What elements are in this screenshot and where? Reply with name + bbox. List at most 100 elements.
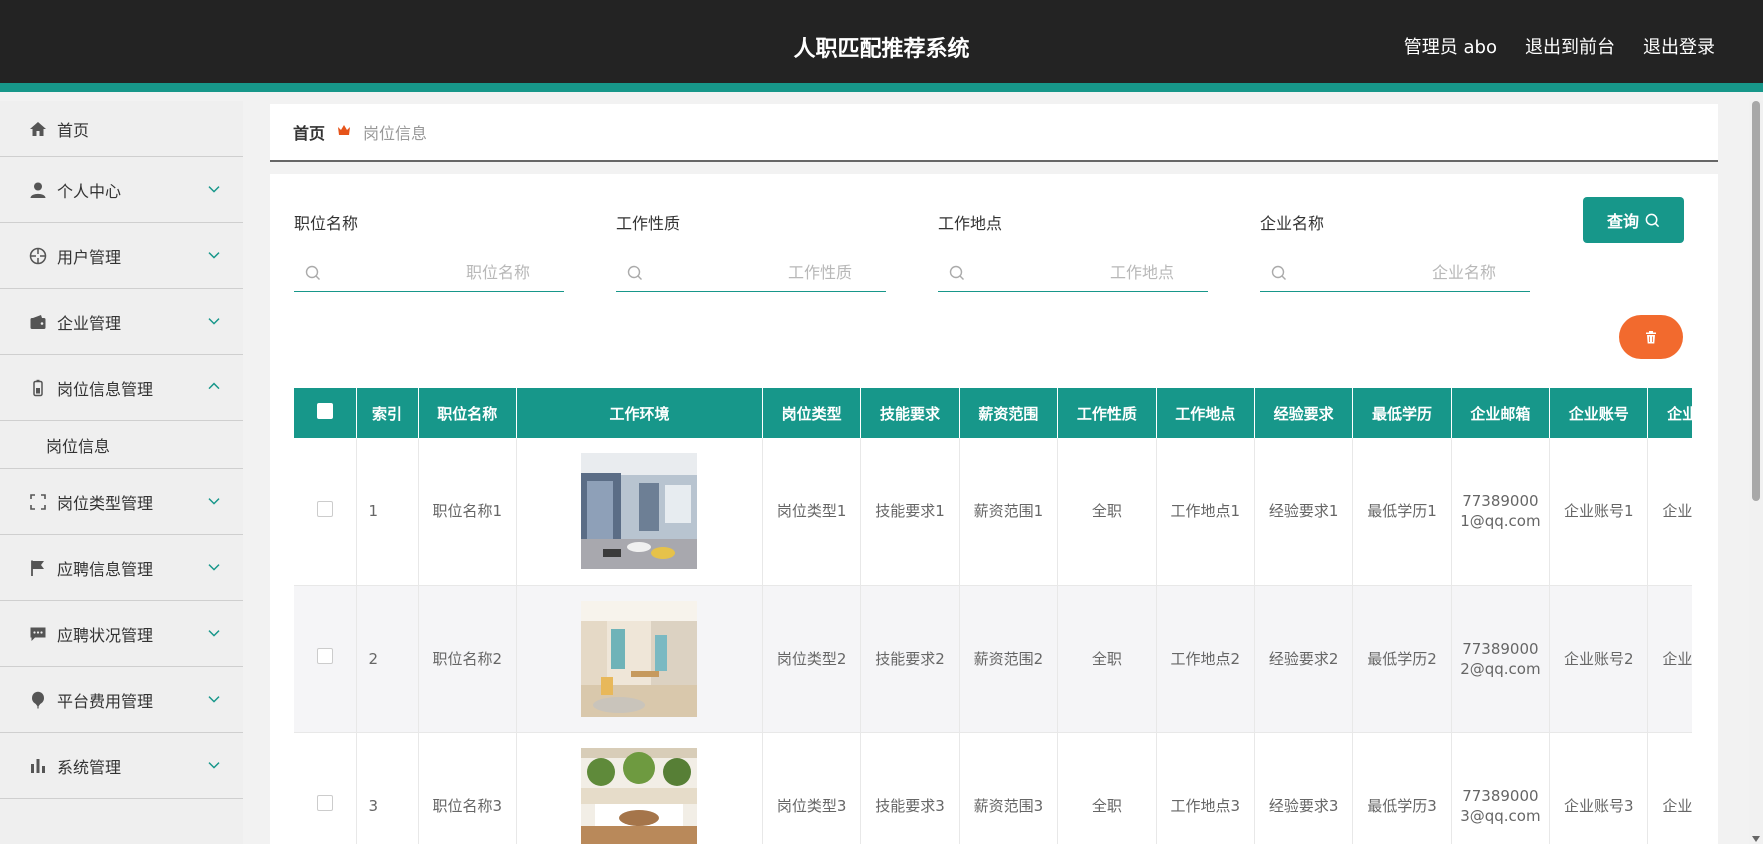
flag-icon xyxy=(28,558,48,578)
cell-nature: 全职 xyxy=(1057,585,1157,733)
cell-skill: 技能要求2 xyxy=(860,585,960,733)
trash-icon xyxy=(1646,330,1656,343)
sidebar-item-label: 首页 xyxy=(57,120,90,140)
user-icon xyxy=(28,180,48,200)
sidebar-subitem-job-info[interactable]: 岗位信息 xyxy=(0,421,243,469)
column-header: 索引 xyxy=(356,388,419,438)
column-header: 企业账号 xyxy=(1549,388,1649,438)
sidebar-item-label: 企业管理 xyxy=(57,313,122,333)
work-environment-image[interactable] xyxy=(581,600,698,717)
scrollbar-thumb[interactable] xyxy=(1752,101,1760,501)
chevron-down-icon xyxy=(208,761,220,769)
sidebar-item-application-status[interactable]: 应聘状况管理 xyxy=(0,601,243,667)
breadcrumb: 首页 岗位信息 xyxy=(270,104,1718,162)
search-label: 工作性质 xyxy=(616,214,681,233)
job-name-input[interactable] xyxy=(294,254,564,290)
cell-account: 企业账号3 xyxy=(1549,732,1649,844)
search-icon xyxy=(949,265,964,280)
bar-chart-icon xyxy=(28,756,48,776)
search-group-work-location: 工作地点 xyxy=(938,210,1208,292)
search-field xyxy=(616,254,886,292)
table-header-row: 索引 职位名称 工作环境 岗位类型 技能要求 薪资范围 工作性质 工作地点 经验… xyxy=(294,388,1692,438)
search-label: 职位名称 xyxy=(294,214,359,233)
column-header: 最低学历 xyxy=(1352,388,1452,438)
row-checkbox[interactable] xyxy=(316,795,333,811)
column-header: 企业邮箱 xyxy=(1451,388,1551,438)
chevron-down-icon xyxy=(208,251,220,259)
sidebar-item-home[interactable]: 首页 xyxy=(0,101,243,157)
back-to-front-link[interactable]: 退出到前台 xyxy=(1525,33,1615,59)
cell-skill: 技能要求1 xyxy=(860,438,960,586)
sidebar-item-job-type[interactable]: 岗位类型管理 xyxy=(0,469,243,535)
row-checkbox[interactable] xyxy=(316,648,333,664)
search-group-job-name: 职位名称 xyxy=(294,210,564,292)
search-group-company-name: 企业名称 xyxy=(1260,210,1530,292)
sidebar-item-users[interactable]: 用户管理 xyxy=(0,223,243,289)
sidebar-item-job-info[interactable]: 岗位信息管理 xyxy=(0,355,243,421)
cell-environment xyxy=(516,585,763,733)
cell-index: 2 xyxy=(356,585,419,733)
work-environment-image[interactable] xyxy=(581,453,698,570)
cell-experience: 经验要求3 xyxy=(1254,732,1354,844)
chevron-down-icon xyxy=(208,317,220,325)
cell-job-name: 职位名称1 xyxy=(418,438,517,586)
work-environment-image[interactable] xyxy=(581,747,698,844)
cell-location: 工作地点2 xyxy=(1156,585,1255,733)
header-nav: 管理员 abo 退出到前台 退出登录 xyxy=(1404,33,1715,59)
balloon-icon xyxy=(28,690,48,710)
cell-email: 773890002@qq.com xyxy=(1451,585,1551,733)
admin-name[interactable]: 管理员 abo xyxy=(1404,33,1497,59)
cell-job-name: 职位名称3 xyxy=(418,732,517,844)
cell-salary: 薪资范围2 xyxy=(959,585,1059,733)
page-scrollbar[interactable] xyxy=(1749,101,1763,844)
scroll-down-arrow-icon[interactable] xyxy=(1752,836,1760,842)
top-header: 人职匹配推荐系统 管理员 abo 退出到前台 退出登录 xyxy=(0,0,1763,92)
sidebar-item-profile[interactable]: 个人中心 xyxy=(0,157,243,223)
table-row: 3 职位名称3 岗位类型3 技能要求3 薪资范围3 全职 工作地点3 经验要求3… xyxy=(294,732,1692,844)
row-select-cell xyxy=(294,732,357,844)
sidebar-item-label: 应聘信息管理 xyxy=(57,559,154,579)
sidebar: 首页 个人中心 用户管理 企业管理 岗位信息管理 岗位信息 岗位类型管理 应聘信… xyxy=(0,101,243,844)
chevron-down-icon xyxy=(208,695,220,703)
column-header: 工作地点 xyxy=(1156,388,1255,438)
sidebar-item-label: 平台费用管理 xyxy=(57,691,154,711)
chevron-down-icon xyxy=(208,629,220,637)
query-button[interactable]: 查询 xyxy=(1583,197,1684,243)
search-field xyxy=(938,254,1208,292)
frame-icon xyxy=(28,492,48,512)
sidebar-item-system[interactable]: 系统管理 xyxy=(0,733,243,799)
sidebar-item-label: 岗位类型管理 xyxy=(57,493,154,513)
sidebar-item-company[interactable]: 企业管理 xyxy=(0,289,243,355)
cell-salary: 薪资范围3 xyxy=(959,732,1059,844)
company-name-input[interactable] xyxy=(1260,254,1530,290)
sidebar-item-label: 个人中心 xyxy=(57,181,122,201)
column-header: 工作环境 xyxy=(516,388,763,438)
cell-account: 企业账号1 xyxy=(1549,438,1649,586)
search-group-job-nature: 工作性质 xyxy=(616,210,886,292)
query-button-label: 查询 xyxy=(1606,212,1639,231)
row-checkbox[interactable] xyxy=(316,500,333,517)
cell-education: 最低学历1 xyxy=(1352,438,1452,586)
cell-location: 工作地点3 xyxy=(1156,732,1255,844)
crosshair-icon xyxy=(28,246,48,266)
cell-experience: 经验要求2 xyxy=(1254,585,1354,733)
breadcrumb-home[interactable]: 首页 xyxy=(293,120,325,144)
search-icon xyxy=(1271,265,1286,280)
cell-email: 773890001@qq.com xyxy=(1451,438,1551,586)
delete-button[interactable] xyxy=(1619,315,1683,359)
cell-education: 最低学历2 xyxy=(1352,585,1452,733)
work-location-input[interactable] xyxy=(938,254,1208,290)
sidebar-item-platform-fee[interactable]: 平台费用管理 xyxy=(0,667,243,733)
select-all-checkbox[interactable] xyxy=(316,403,333,419)
cell-company: 企业名称3 xyxy=(1647,732,1692,844)
crown-icon xyxy=(337,124,351,140)
sidebar-item-application-info[interactable]: 应聘信息管理 xyxy=(0,535,243,601)
search-icon xyxy=(627,265,642,280)
column-header: 职位名称 xyxy=(418,388,517,438)
job-nature-input[interactable] xyxy=(616,254,886,290)
cell-email: 773890003@qq.com xyxy=(1451,732,1551,844)
logout-link[interactable]: 退出登录 xyxy=(1643,33,1715,59)
cell-nature: 全职 xyxy=(1057,438,1157,586)
search-label: 企业名称 xyxy=(1260,214,1325,233)
cell-job-type: 岗位类型3 xyxy=(762,732,862,844)
